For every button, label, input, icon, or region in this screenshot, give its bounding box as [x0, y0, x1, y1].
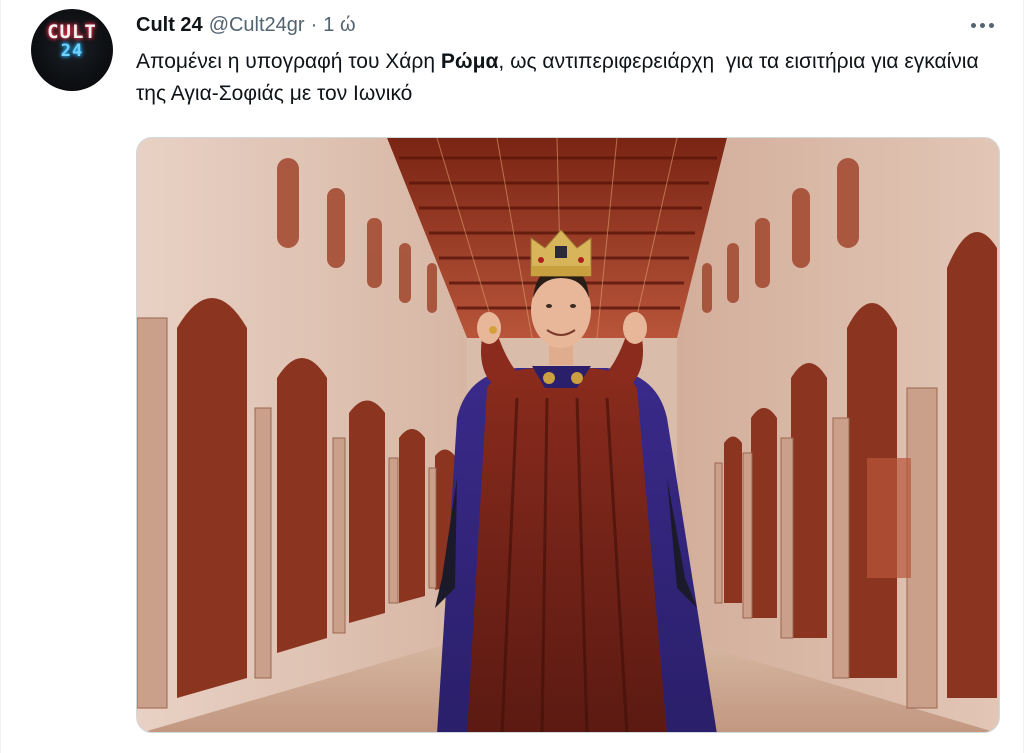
- user-handle[interactable]: @Cult24gr: [209, 14, 305, 37]
- display-name[interactable]: Cult 24: [136, 14, 203, 37]
- more-horizontal-icon: [970, 22, 976, 28]
- tweet-card[interactable]: CULT 24 Cult 24 @Cult24gr · 1 ώ Απομένει…: [0, 0, 1024, 753]
- avatar-logo: CULT 24: [31, 21, 113, 61]
- timestamp[interactable]: 1 ώ: [323, 14, 355, 37]
- tweet-header: Cult 24 @Cult24gr · 1 ώ: [136, 12, 356, 38]
- more-horizontal-icon: [979, 22, 985, 28]
- avatar-logo-line2: 24: [60, 40, 84, 61]
- tweet-text-part: Απομένει η υπογραφή του Χάρη: [136, 50, 441, 73]
- media-image[interactable]: [136, 137, 1000, 733]
- avatar-logo-line1: CULT: [47, 21, 97, 43]
- separator-dot: ·: [310, 13, 318, 36]
- more-horizontal-icon: [988, 22, 994, 28]
- tweet-text: Απομένει η υπογραφή του Χάρη Ρώμα, ως αν…: [136, 46, 996, 110]
- more-options-button[interactable]: [965, 12, 999, 38]
- tweet-text-bold: Ρώμα: [440, 50, 499, 73]
- avatar[interactable]: CULT 24: [31, 9, 113, 91]
- basilica-scene-illustration: [137, 138, 999, 732]
